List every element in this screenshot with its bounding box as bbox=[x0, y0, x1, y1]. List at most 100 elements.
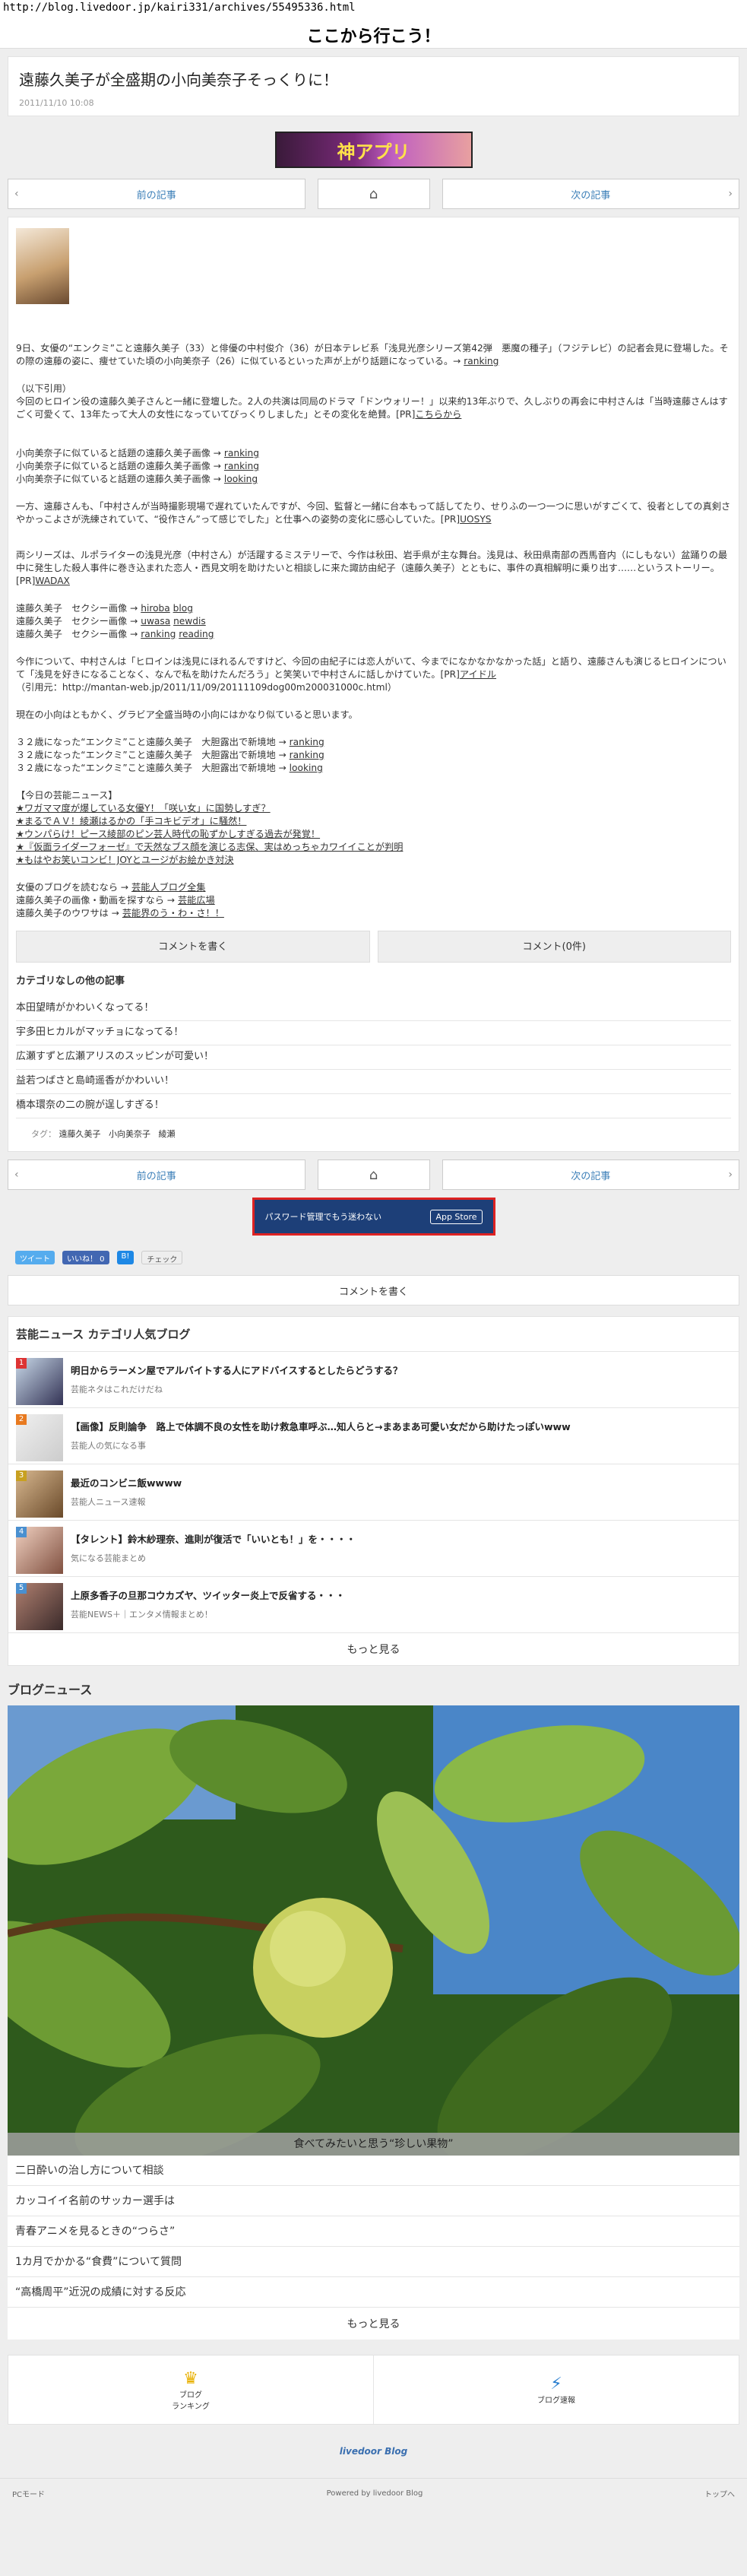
link[interactable]: ranking bbox=[224, 461, 259, 471]
ad-banner-app[interactable]: パスワード管理でもう迷わない App Store bbox=[252, 1198, 495, 1236]
link[interactable]: アイドル bbox=[460, 669, 496, 680]
article-title: 遠藤久美子が全盛期の小向美奈子そっくりに！ bbox=[19, 71, 338, 89]
news-item[interactable]: カッコイイ名前のサッカー選手は bbox=[8, 2186, 739, 2216]
more-button[interactable]: もっと見る bbox=[8, 1633, 739, 1665]
mixi-check-button[interactable]: チェック bbox=[141, 1251, 183, 1264]
news-item[interactable]: 1カ月でかかる“食費”について質問 bbox=[8, 2247, 739, 2277]
pc-mode-link[interactable]: PCモード bbox=[12, 2488, 45, 2499]
text: 小向美奈子に似ていると話題の遠藤久美子画像 → bbox=[16, 461, 222, 471]
category-item[interactable]: 広瀬すずと広瀬アリスのスッピンが可愛い！ bbox=[16, 1045, 731, 1070]
like-button[interactable]: いいね！ 0 bbox=[62, 1251, 109, 1264]
home-icon: ⌂ bbox=[369, 1166, 378, 1183]
hot-news-link[interactable]: ★ウンパらけ！ピース綾部のピン芸人時代の恥ずかしすぎる過去が発覚！ bbox=[16, 829, 320, 839]
ranking-thumb: 3 bbox=[16, 1470, 63, 1518]
ad-banner-top[interactable]: 神アプリ bbox=[274, 132, 473, 168]
news-item[interactable]: 青春アニメを見るときの“つらさ” bbox=[8, 2216, 739, 2247]
news-item[interactable]: “高橋周平”近況の成績に対する反応 bbox=[8, 2277, 739, 2308]
tag-link[interactable]: 遠藤久美子 bbox=[59, 1129, 101, 1139]
home-button[interactable]: ⌂ bbox=[317, 179, 430, 209]
paragraph: （以下引用） 今回のヒロイン役の遠藤久美子さんと一緒に登壇した。2人の共演は同局… bbox=[16, 382, 731, 421]
hatena-bookmark-button[interactable]: B! bbox=[116, 1251, 135, 1264]
tag-link[interactable]: 小向美奈子 bbox=[109, 1129, 150, 1139]
hot-news-link[interactable]: ★まるでＡＶ！綾瀬はるかの「手コキビデオ」に騒然！ bbox=[16, 816, 246, 826]
ranking-item-blog: 芸能人ニュース速報 bbox=[71, 1497, 146, 1507]
footer: PCモード Powered by livedoor Blog トップへ bbox=[0, 2478, 747, 2508]
prev-article-button[interactable]: ‹ 前の記事 bbox=[8, 179, 305, 209]
category-item[interactable]: 宇多田ヒカルがマッチョになってる！ bbox=[16, 1021, 731, 1045]
home-button[interactable]: ⌂ bbox=[317, 1160, 430, 1190]
more-button[interactable]: もっと見る bbox=[8, 2308, 739, 2340]
tweet-button[interactable]: ツイート bbox=[15, 1251, 55, 1264]
rank-number: 3 bbox=[16, 1470, 27, 1481]
text: 小向美奈子に似ていると話題の遠藤久美子画像 → bbox=[16, 448, 222, 458]
ranking-thumb: 1 bbox=[16, 1358, 63, 1405]
text: 女優のブログを読むなら → bbox=[16, 882, 129, 893]
blog-ranking-link[interactable]: ♛ ブログ ランキング bbox=[8, 2356, 373, 2424]
write-comment-button[interactable]: コメントを書く bbox=[16, 931, 370, 963]
text: 今作について、中村さんは「ヒロインは浅見にほれるんですけど、今回の由紀子には恋人… bbox=[16, 656, 726, 680]
site-title[interactable]: ここから行こう！ bbox=[0, 18, 747, 49]
link[interactable]: hiroba bbox=[141, 603, 170, 614]
write-comment-bar[interactable]: コメントを書く bbox=[8, 1275, 739, 1305]
nav-label: ブログ速報 bbox=[537, 2397, 575, 2405]
link[interactable]: reading bbox=[179, 629, 214, 639]
pager-top: ‹ 前の記事 ⌂ 次の記事 › bbox=[8, 179, 739, 209]
news-item[interactable]: 二日酔いの治し方について相談 bbox=[8, 2156, 739, 2186]
link[interactable]: blog bbox=[173, 603, 193, 614]
link[interactable]: ranking bbox=[290, 750, 324, 760]
hot-news-link[interactable]: ★『仮面ライダーフォーゼ』で天然なブス顔を演じる志保、実はめっちゃカワイイことが… bbox=[16, 842, 403, 852]
link-list: 遠藤久美子 セクシー画像 → hiroba blog 遠藤久美子 セクシー画像 … bbox=[16, 602, 731, 641]
next-article-button[interactable]: 次の記事 › bbox=[442, 179, 739, 209]
chevron-left-icon: ‹ bbox=[14, 1169, 19, 1181]
link[interactable]: UOSYS bbox=[460, 514, 491, 525]
category-item[interactable]: 本田望晴がかわいくなってる！ bbox=[16, 997, 731, 1021]
ranking-item[interactable]: 3 最近のコンビニ飯wwww 芸能人ニュース速報 bbox=[8, 1464, 739, 1521]
link-list: ３２歳になった“エンクミ”こと遠藤久美子 大胆露出で新境地 → ranking … bbox=[16, 736, 731, 775]
link[interactable]: WADAX bbox=[35, 576, 70, 586]
hot-news-link[interactable]: ★もはやお笑いコンビ！JOYとユージがお絵かき対決 bbox=[16, 855, 234, 865]
ranking-item-blog: 芸能NEWS＋｜エンタメ情報まとめ！ bbox=[71, 1610, 213, 1620]
link[interactable]: ranking bbox=[224, 448, 259, 458]
category-item[interactable]: 益若つばさと島崎遥香がかわいい！ bbox=[16, 1070, 731, 1094]
ranking-item[interactable]: 4 【タレント】鈴木紗理奈、進則が復活で「いいとも！」を・・・・ 気になる芸能まと… bbox=[8, 1521, 739, 1577]
link[interactable]: 芸能界のう・わ・さ！！ bbox=[122, 908, 224, 918]
ranking-thumb: 2 bbox=[16, 1414, 63, 1461]
link[interactable]: こちらから bbox=[415, 409, 461, 420]
text: ３２歳になった“エンクミ”こと遠藤久美子 大胆露出で新境地 → bbox=[16, 763, 286, 773]
back-to-top-link[interactable]: トップへ bbox=[704, 2488, 735, 2499]
ranking-thumb: 4 bbox=[16, 1527, 63, 1574]
prev-label: 前の記事 bbox=[136, 1170, 176, 1182]
link[interactable]: looking bbox=[290, 763, 323, 773]
link[interactable]: 芸能人ブログ全集 bbox=[131, 882, 206, 893]
article-photo[interactable] bbox=[16, 228, 69, 304]
link[interactable]: ranking bbox=[464, 356, 499, 366]
link[interactable]: uwasa bbox=[141, 616, 170, 627]
ranking-item[interactable]: 5 上原多香子の旦那コウカズヤ、ツイッター炎上で反省する・・・ 芸能NEWS＋｜エ… bbox=[8, 1577, 739, 1633]
text: 遠藤久美子の画像・動画を探すなら → bbox=[16, 895, 176, 906]
tags: タグ： 遠藤久美子 小向美奈子 綾瀬 bbox=[16, 1118, 731, 1140]
comment-count-button[interactable]: コメント(0件) bbox=[377, 931, 731, 963]
news-photo[interactable]: 食べてみたいと思う“珍しい果物” bbox=[8, 1705, 739, 2156]
blog-speed-link[interactable]: ⚡ ブログ速報 bbox=[373, 2356, 739, 2424]
next-article-button[interactable]: 次の記事 › bbox=[442, 1160, 739, 1190]
link[interactable]: looking bbox=[224, 474, 258, 484]
ranking-item[interactable]: 1 明日からラーメン屋でアルバイトする人にアドバイスするとしたらどうする？ 芸能ネ… bbox=[8, 1352, 739, 1408]
prev-article-button[interactable]: ‹ 前の記事 bbox=[8, 1160, 305, 1190]
category-item[interactable]: 橋本環奈の二の腕が逞しすぎる！ bbox=[16, 1094, 731, 1118]
link[interactable]: ranking bbox=[141, 629, 176, 639]
tag-link[interactable]: 綾瀬 bbox=[159, 1129, 176, 1139]
powered-by: Powered by livedoor Blog bbox=[326, 2489, 423, 2498]
link[interactable]: newdis bbox=[173, 616, 206, 627]
link-list: 小向美奈子に似ていると話題の遠藤久美子画像 → ranking 小向美奈子に似て… bbox=[16, 447, 731, 486]
article-body: 9日、女優の“エンクミ”こと遠藤久美子（33）と俳優の中村俊介（36）が日本テレ… bbox=[8, 217, 739, 1152]
link[interactable]: ranking bbox=[290, 737, 324, 747]
text: （以下引用） 今回のヒロイン役の遠藤久美子さんと一緒に登壇した。2人の共演は同局… bbox=[16, 383, 728, 420]
lightning-icon: ⚡ bbox=[550, 2375, 562, 2394]
link[interactable]: 芸能広場 bbox=[178, 895, 215, 906]
text: 両シリーズは、ルポライターの浅見光彦（中村さん）が活躍するミステリーで、今作は秋… bbox=[16, 550, 728, 586]
livedoor-blog-logo[interactable]: livedoor Blog bbox=[0, 2425, 747, 2478]
rank-number: 2 bbox=[16, 1414, 27, 1425]
ranking-item[interactable]: 2 【画像】反則論争 路上で体調不良の女性を助け救急車呼ぶ…知人らと→まあまあ可… bbox=[8, 1408, 739, 1464]
chevron-left-icon: ‹ bbox=[14, 188, 19, 200]
hot-news-link[interactable]: ★ワガママ度が爆している女優Y！「咲い女」に国勢しすぎ？ bbox=[16, 803, 271, 814]
